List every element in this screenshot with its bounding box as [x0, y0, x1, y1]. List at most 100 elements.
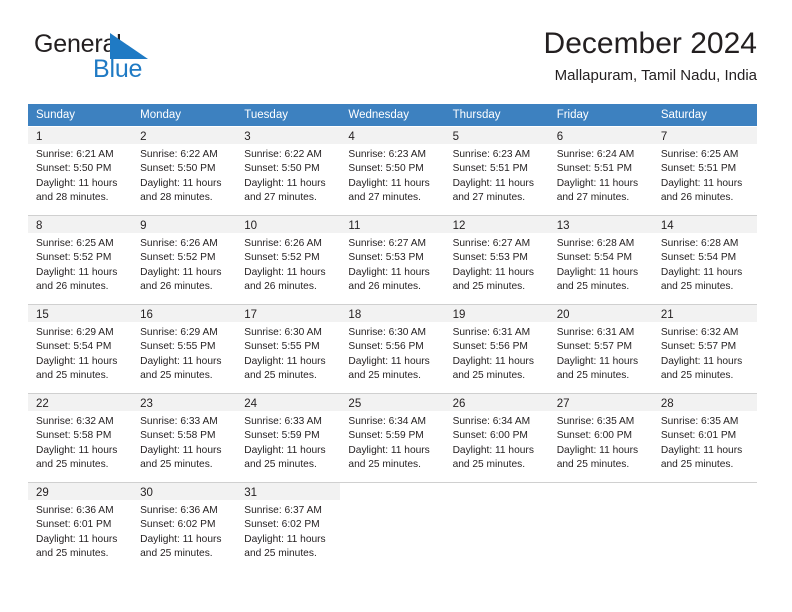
daylight-text-line1: Daylight: 11 hours	[556, 177, 639, 189]
day-number: 4	[348, 131, 355, 143]
day-details: Sunrise: 6:23 AM Sunset: 5:51 PM Dayligh…	[445, 144, 549, 206]
daylight-text-line1: Daylight: 11 hours	[36, 355, 118, 367]
day-details: Sunrise: 6:27 AM Sunset: 5:53 PM Dayligh…	[445, 233, 549, 295]
calendar-day-cell-empty	[340, 483, 445, 571]
sunset-text: Sunset: 5:53 PM	[348, 252, 424, 264]
calendar-day-cell[interactable]: 27 Sunrise: 6:35 AM Sunset: 6:00 PM Dayl…	[548, 394, 653, 482]
daylight-text-line1: Daylight: 11 hours	[140, 355, 222, 367]
calendar-day-cell[interactable]: 10 Sunrise: 6:26 AM Sunset: 5:52 PM Dayl…	[236, 216, 341, 304]
calendar-day-cell[interactable]: 4 Sunrise: 6:23 AM Sunset: 5:50 PM Dayli…	[340, 127, 445, 215]
calendar-day-cell[interactable]: 5 Sunrise: 6:23 AM Sunset: 5:51 PM Dayli…	[444, 127, 549, 215]
calendar-day-cell[interactable]: 19 Sunrise: 6:31 AM Sunset: 5:56 PM Dayl…	[444, 305, 549, 393]
calendar-day-cell[interactable]: 18 Sunrise: 6:30 AM Sunset: 5:56 PM Dayl…	[340, 305, 445, 393]
sunset-text: Sunset: 5:52 PM	[244, 252, 320, 264]
calendar-week-row: 22 Sunrise: 6:32 AM Sunset: 5:58 PM Dayl…	[28, 393, 757, 482]
day-number: 28	[660, 398, 674, 410]
calendar-day-cell[interactable]: 28 Sunrise: 6:35 AM Sunset: 6:01 PM Dayl…	[652, 394, 757, 482]
calendar-day-cell[interactable]: 20 Sunrise: 6:31 AM Sunset: 5:57 PM Dayl…	[548, 305, 653, 393]
calendar-day-cell[interactable]: 6 Sunrise: 6:24 AM Sunset: 5:51 PM Dayli…	[548, 127, 653, 215]
day-number-band: 1	[28, 127, 133, 144]
weekday-header-wednesday: Wednesday	[348, 109, 409, 121]
calendar-day-cell[interactable]: 9 Sunrise: 6:26 AM Sunset: 5:52 PM Dayli…	[132, 216, 237, 304]
sunrise-text: Sunrise: 6:32 AM	[660, 327, 739, 338]
sunrise-text: Sunrise: 6:30 AM	[348, 327, 427, 338]
sunrise-text: Sunrise: 6:24 AM	[556, 149, 635, 160]
calendar-day-cell[interactable]: 26 Sunrise: 6:34 AM Sunset: 6:00 PM Dayl…	[444, 394, 549, 482]
daylight-text-line2: and 26 minutes.	[36, 281, 109, 293]
calendar-day-cell[interactable]: 17 Sunrise: 6:30 AM Sunset: 5:55 PM Dayl…	[236, 305, 341, 393]
weekday-header-sunday: Sunday	[36, 109, 76, 121]
daylight-text-line1: Daylight: 11 hours	[244, 266, 326, 278]
daylight-text-line2: and 25 minutes.	[244, 548, 317, 560]
day-number: 9	[140, 220, 147, 232]
day-number-band: 25	[340, 394, 445, 411]
calendar-day-cell[interactable]: 7 Sunrise: 6:25 AM Sunset: 5:51 PM Dayli…	[652, 127, 757, 215]
day-details: Sunrise: 6:22 AM Sunset: 5:50 PM Dayligh…	[236, 144, 340, 206]
calendar-day-cell[interactable]: 11 Sunrise: 6:27 AM Sunset: 5:53 PM Dayl…	[340, 216, 445, 304]
sunset-text: Sunset: 5:57 PM	[660, 341, 737, 353]
day-number-band	[340, 483, 445, 500]
sunrise-text: Sunrise: 6:31 AM	[452, 327, 531, 338]
day-number: 29	[36, 487, 49, 499]
day-number-band	[444, 483, 549, 500]
day-number-band: 3	[236, 127, 341, 144]
day-number-band: 26	[444, 394, 549, 411]
calendar-day-cell[interactable]: 1 Sunrise: 6:21 AM Sunset: 5:50 PM Dayli…	[28, 127, 133, 215]
calendar-day-cell[interactable]: 13 Sunrise: 6:28 AM Sunset: 5:54 PM Dayl…	[548, 216, 653, 304]
day-details: Sunrise: 6:26 AM Sunset: 5:52 PM Dayligh…	[132, 233, 236, 295]
calendar-day-cell[interactable]: 8 Sunrise: 6:25 AM Sunset: 5:52 PM Dayli…	[28, 216, 133, 304]
day-details: Sunrise: 6:35 AM Sunset: 6:01 PM Dayligh…	[653, 411, 757, 473]
day-number: 21	[660, 309, 674, 321]
daylight-text-line1: Daylight: 11 hours	[140, 444, 222, 456]
calendar-day-cell[interactable]: 3 Sunrise: 6:22 AM Sunset: 5:50 PM Dayli…	[236, 127, 341, 215]
general-blue-logo[interactable]: General Blue	[34, 30, 214, 90]
sunrise-text: Sunrise: 6:26 AM	[140, 238, 218, 249]
daylight-text-line2: and 25 minutes.	[348, 370, 421, 382]
daylight-text-line1: Daylight: 11 hours	[452, 355, 534, 367]
day-details: Sunrise: 6:28 AM Sunset: 5:54 PM Dayligh…	[653, 233, 757, 295]
weekday-header-tuesday: Tuesday	[244, 109, 288, 121]
calendar-day-cell[interactable]: 12 Sunrise: 6:27 AM Sunset: 5:53 PM Dayl…	[444, 216, 549, 304]
day-number: 18	[348, 309, 362, 321]
sunset-text: Sunset: 5:50 PM	[244, 163, 320, 175]
calendar-day-cell[interactable]: 15 Sunrise: 6:29 AM Sunset: 5:54 PM Dayl…	[28, 305, 133, 393]
calendar-day-cell[interactable]: 22 Sunrise: 6:32 AM Sunset: 5:58 PM Dayl…	[28, 394, 133, 482]
calendar-day-cell[interactable]: 16 Sunrise: 6:29 AM Sunset: 5:55 PM Dayl…	[132, 305, 237, 393]
calendar-day-cell[interactable]: 29 Sunrise: 6:36 AM Sunset: 6:01 PM Dayl…	[28, 483, 133, 571]
calendar-day-cell[interactable]: 23 Sunrise: 6:33 AM Sunset: 5:58 PM Dayl…	[132, 394, 237, 482]
day-number: 6	[556, 131, 564, 143]
calendar-day-cell[interactable]: 25 Sunrise: 6:34 AM Sunset: 5:59 PM Dayl…	[340, 394, 445, 482]
calendar-day-cell[interactable]: 31 Sunrise: 6:37 AM Sunset: 6:02 PM Dayl…	[236, 483, 341, 571]
day-number-band: 21	[652, 305, 757, 322]
day-number-band: 16	[132, 305, 237, 322]
daylight-text-line2: and 28 minutes.	[140, 192, 213, 204]
calendar-day-cell[interactable]: 21 Sunrise: 6:32 AM Sunset: 5:57 PM Dayl…	[652, 305, 757, 393]
day-number: 15	[36, 309, 49, 321]
sunrise-text: Sunrise: 6:33 AM	[140, 416, 218, 427]
day-details: Sunrise: 6:28 AM Sunset: 5:54 PM Dayligh…	[549, 233, 653, 295]
day-number: 10	[244, 220, 258, 232]
sunrise-text: Sunrise: 6:32 AM	[36, 416, 114, 427]
calendar-day-cell[interactable]: 30 Sunrise: 6:36 AM Sunset: 6:02 PM Dayl…	[132, 483, 237, 571]
day-number-band: 5	[444, 127, 549, 144]
day-number: 20	[556, 309, 570, 321]
sunset-text: Sunset: 5:55 PM	[244, 341, 320, 353]
calendar-day-cell[interactable]: 14 Sunrise: 6:28 AM Sunset: 5:54 PM Dayl…	[652, 216, 757, 304]
day-number: 24	[244, 398, 258, 410]
daylight-text-line1: Daylight: 11 hours	[140, 266, 222, 278]
sunrise-text: Sunrise: 6:28 AM	[660, 238, 739, 249]
day-number-band: 4	[340, 127, 445, 144]
calendar-day-cell[interactable]: 24 Sunrise: 6:33 AM Sunset: 5:59 PM Dayl…	[236, 394, 341, 482]
calendar-day-cell-empty	[444, 483, 549, 571]
day-details: Sunrise: 6:35 AM Sunset: 6:00 PM Dayligh…	[549, 411, 653, 473]
sunrise-text: Sunrise: 6:22 AM	[244, 149, 322, 160]
calendar-day-cell[interactable]: 2 Sunrise: 6:22 AM Sunset: 5:50 PM Dayli…	[132, 127, 237, 215]
daylight-text-line1: Daylight: 11 hours	[348, 355, 430, 367]
sunrise-text: Sunrise: 6:36 AM	[36, 505, 114, 516]
sunrise-text: Sunrise: 6:36 AM	[140, 505, 218, 516]
day-number-band: 29	[28, 483, 133, 500]
sunrise-text: Sunrise: 6:26 AM	[244, 238, 322, 249]
daylight-text-line2: and 27 minutes.	[244, 192, 317, 204]
day-number: 11	[348, 220, 361, 232]
day-number-band: 12	[444, 216, 549, 233]
